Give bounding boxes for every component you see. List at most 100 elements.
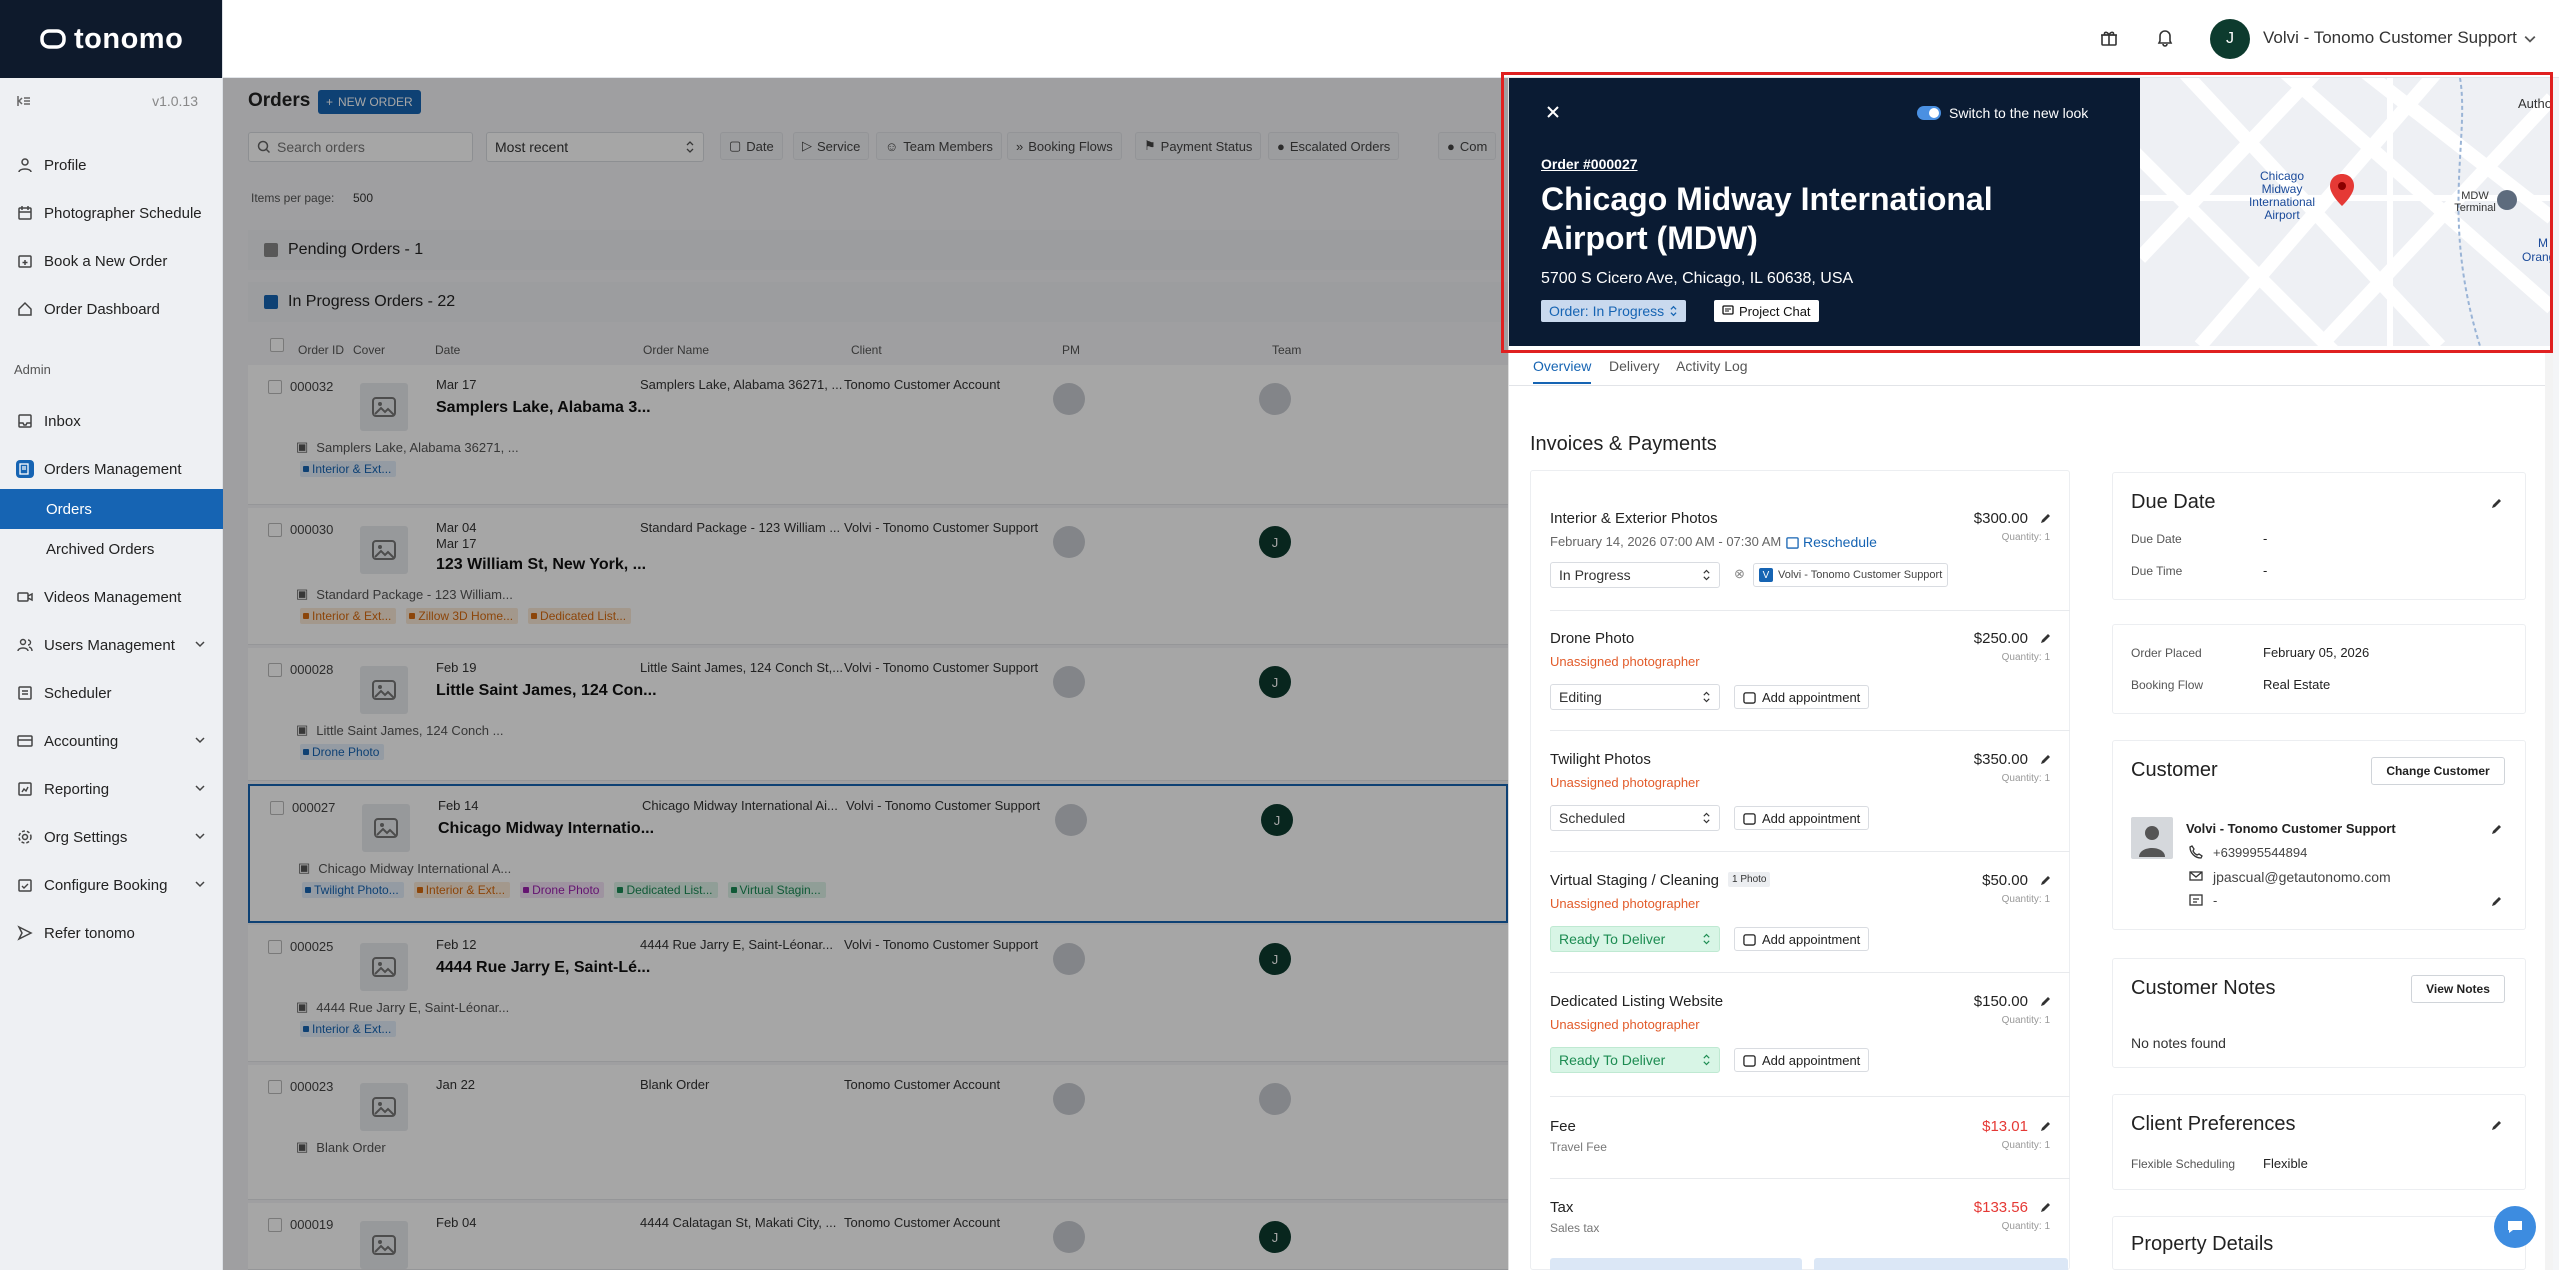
project-chat-button[interactable]: Project Chat <box>1714 300 1819 322</box>
map-pin-icon[interactable] <box>2330 174 2354 206</box>
chat-widget-button[interactable] <box>2494 1206 2536 1248</box>
pencil-icon[interactable] <box>2038 1118 2054 1134</box>
sidebar-item-book-new-order[interactable]: Book a New Order <box>0 241 223 281</box>
sidebar-item-users-management[interactable]: Users Management <box>0 625 223 665</box>
sidebar-item-reporting[interactable]: Reporting <box>0 769 223 809</box>
customer-name: Volvi - Tonomo Customer Support <box>2186 821 2396 836</box>
divider <box>1550 1178 2070 1179</box>
sidebar-item-videos-management[interactable]: Videos Management <box>0 577 223 617</box>
sidebar-item-accounting[interactable]: Accounting <box>0 721 223 761</box>
remove-assignee-icon[interactable]: ⊗ <box>1734 566 1745 582</box>
chevron-down-icon <box>195 783 205 793</box>
new-look-toggle[interactable] <box>1917 106 1941 120</box>
panel-scrollbar[interactable] <box>2545 350 2553 1270</box>
line-item-qty: Quantity: 1 <box>2001 652 2050 663</box>
sidebar-item-orders-management[interactable]: Orders Management <box>0 449 223 489</box>
user-name[interactable]: Volvi - Tonomo Customer Support <box>2263 28 2517 48</box>
service-status-select[interactable]: Ready To Deliver <box>1550 1047 1720 1073</box>
assignee-initial: V <box>1759 568 1773 582</box>
calendar-plus-icon <box>16 252 34 270</box>
pencil-icon[interactable] <box>2489 1117 2507 1135</box>
orders-management-icon <box>16 460 34 478</box>
sidebar-item-org-settings[interactable]: Org Settings <box>0 817 223 857</box>
calendar-icon <box>1743 691 1756 704</box>
line-item-name: Twilight Photos <box>1550 751 1651 768</box>
change-customer-button[interactable]: Change Customer <box>2371 757 2505 785</box>
pencil-icon[interactable] <box>2038 1199 2054 1215</box>
service-status-select[interactable]: Scheduled <box>1550 805 1720 831</box>
customer-phone[interactable]: +639995544894 <box>2213 845 2307 860</box>
assignee-chip[interactable]: V Volvi - Tonomo Customer Support <box>1753 563 1949 587</box>
sidebar-item-profile[interactable]: Profile <box>0 145 223 185</box>
chat-bubble-icon <box>2505 1217 2525 1237</box>
order-number-link[interactable]: Order #000027 <box>1541 156 1638 172</box>
add-appointment-button[interactable]: Add appointment <box>1734 1048 1870 1072</box>
map-label-orange: Orange <box>2522 250 2552 264</box>
sidebar-item-inbox[interactable]: Inbox <box>0 401 223 441</box>
updown-icon <box>1702 568 1711 582</box>
pencil-icon[interactable] <box>2038 872 2054 888</box>
fee-sub: Travel Fee <box>1550 1140 1607 1154</box>
view-notes-button[interactable]: View Notes <box>2411 975 2505 1003</box>
service-status-select[interactable]: Ready To Deliver <box>1550 926 1720 952</box>
line-item: Drone Photo $250.00 Quantity: 1 Unassigned … <box>1550 630 2070 720</box>
sidebar-item-label: Profile <box>44 156 87 174</box>
sidebar-item-label: Photographer Schedule <box>44 204 202 222</box>
updown-icon <box>1702 1053 1711 1067</box>
sidebar-item-orders[interactable]: Orders <box>0 489 223 529</box>
sidebar: tonomo v1.0.13 Profile Photographer Sche… <box>0 0 223 1270</box>
calendar-icon <box>1786 536 1799 549</box>
unassigned-photographer: Unassigned photographer <box>1550 1017 1700 1032</box>
fee-name: Fee <box>1550 1118 1576 1135</box>
pencil-icon[interactable] <box>2038 630 2054 646</box>
pencil-icon[interactable] <box>2038 993 2054 1009</box>
brand-name: tonomo <box>74 22 184 55</box>
sidebar-item-refer-tonomo[interactable]: Refer tonomo <box>0 913 223 953</box>
modal-backdrop[interactable] <box>223 78 1508 1270</box>
photo-count-badge: 1 Photo <box>1728 872 1771 887</box>
add-appointment-button[interactable]: Add appointment <box>1734 927 1870 951</box>
service-status-select[interactable]: Editing <box>1550 684 1720 710</box>
customer-notes-title: Customer Notes <box>2131 977 2276 999</box>
sidebar-item-order-dashboard[interactable]: Order Dashboard <box>0 289 223 329</box>
order-status-select[interactable]: Order: In Progress <box>1541 300 1687 322</box>
sidebar-item-photographer-schedule[interactable]: Photographer Schedule <box>0 193 223 233</box>
top-header: J Volvi - Tonomo Customer Support <box>223 0 2559 78</box>
tab-activity-log[interactable]: Activity Log <box>1676 358 1748 374</box>
line-item: Dedicated Listing Website $150.00 Quantity… <box>1550 993 2070 1083</box>
collapse-sidebar-icon[interactable] <box>16 94 32 108</box>
avatar[interactable]: J <box>2210 19 2250 59</box>
person-icon <box>16 156 34 174</box>
pencil-icon[interactable] <box>2489 495 2507 513</box>
chevron-down-icon[interactable] <box>2524 33 2536 45</box>
line-item-name: Virtual Staging / Cleaning <box>1550 872 1719 889</box>
brand-logo[interactable]: tonomo <box>0 0 222 78</box>
add-appointment-label: Add appointment <box>1762 689 1861 705</box>
tab-delivery[interactable]: Delivery <box>1609 358 1660 374</box>
close-icon[interactable] <box>1545 104 1561 120</box>
sidebar-item-label: Orders <box>46 500 92 518</box>
invoice-button[interactable] <box>1814 1258 2068 1270</box>
sidebar-item-label: Configure Booking <box>44 876 168 894</box>
pencil-icon[interactable] <box>2489 893 2507 911</box>
service-status-value: Editing <box>1559 689 1602 705</box>
service-status-select[interactable]: In Progress <box>1550 562 1720 588</box>
project-chat-label: Project Chat <box>1739 303 1811 319</box>
tab-overview[interactable]: Overview <box>1533 358 1592 384</box>
pay-button[interactable] <box>1550 1258 1802 1270</box>
order-map[interactable]: Chicago Midway International Airport MDW… <box>2140 78 2552 346</box>
sidebar-item-scheduler[interactable]: Scheduler <box>0 673 223 713</box>
unassigned-photographer: Unassigned photographer <box>1550 896 1700 911</box>
pencil-icon[interactable] <box>2038 751 2054 767</box>
customer-email[interactable]: jpascual@getautonomo.com <box>2213 869 2391 885</box>
gift-icon[interactable] <box>2099 28 2119 48</box>
pencil-icon[interactable] <box>2038 510 2054 526</box>
add-appointment-button[interactable]: Add appointment <box>1734 685 1870 709</box>
add-appointment-button[interactable]: Add appointment <box>1734 806 1870 830</box>
sidebar-item-archived-orders[interactable]: Archived Orders <box>0 529 223 569</box>
sidebar-item-configure-booking[interactable]: Configure Booking <box>0 865 223 905</box>
reschedule-link[interactable]: Reschedule <box>1786 534 1877 550</box>
pencil-icon[interactable] <box>2489 821 2507 839</box>
bell-icon[interactable] <box>2155 27 2175 47</box>
home-icon <box>16 300 34 318</box>
